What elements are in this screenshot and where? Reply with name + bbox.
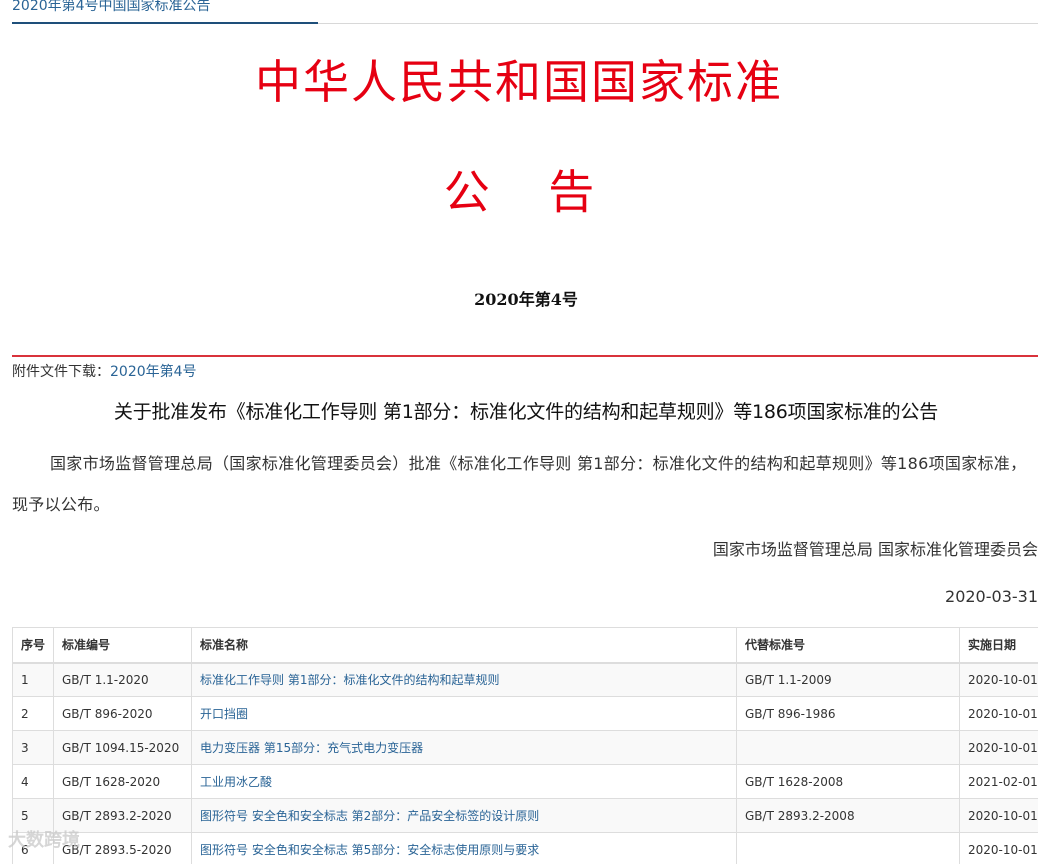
cell-name-link[interactable]: 标准化工作导则 第1部分：标准化文件的结构和起草规则 [191, 662, 737, 697]
cell-name-link[interactable]: 图形符号 安全色和安全标志 第2部分：产品安全标签的设计原则 [191, 798, 737, 833]
cell-date: 2020-10-01 [959, 696, 1038, 731]
cell-replaces: GB/T 1628-2008 [736, 764, 960, 799]
cell-no: 1 [12, 662, 54, 697]
table-row: 2 GB/T 896-2020 开口挡圈 GB/T 896-1986 2020-… [12, 696, 1038, 731]
notice-heading: 公 告 [443, 165, 595, 219]
page-tab-title[interactable]: 2020年第4号中国国家标准公告 [12, 0, 211, 15]
col-header-code: 标准编号 [53, 627, 192, 664]
col-header-name: 标准名称 [191, 627, 737, 664]
document-title: 关于批准发布《标准化工作导则 第1部分：标准化文件的结构和起草规则》等186项国… [113, 401, 939, 423]
cell-replaces: GB/T 896-1986 [736, 696, 960, 731]
cell-code: GB/T 896-2020 [53, 696, 192, 731]
red-divider [12, 355, 1038, 357]
table-header-row: 序号 标准编号 标准名称 代替标准号 实施日期 [12, 627, 1038, 664]
table-row: 5 GB/T 2893.2-2020 图形符号 安全色和安全标志 第2部分：产品… [12, 798, 1038, 833]
cell-name-link[interactable]: 电力变压器 第15部分：充气式电力变压器 [191, 730, 737, 765]
cell-replaces [736, 730, 960, 765]
cell-name-link[interactable]: 开口挡圈 [191, 696, 737, 731]
attachment-label: 附件文件下载： [12, 364, 110, 380]
cell-replaces: GB/T 2893.2-2008 [736, 798, 960, 833]
signature: 国家市场监督管理总局 国家标准化管理委员会 [712, 540, 1038, 559]
cell-name-link[interactable]: 工业用冰乙酸 [191, 764, 737, 799]
table-row: 4 GB/T 1628-2020 工业用冰乙酸 GB/T 1628-2008 2… [12, 764, 1038, 799]
standards-table: 序号 标准编号 标准名称 代替标准号 实施日期 1 GB/T 1.1-2020 … [12, 627, 1038, 864]
cell-no: 2 [12, 696, 54, 731]
issue-number: 2020年第4号 [474, 290, 578, 309]
col-header-date: 实施日期 [959, 627, 1038, 664]
cell-replaces [736, 832, 960, 864]
cell-date: 2020-10-01 [959, 798, 1038, 833]
col-header-replaces: 代替标准号 [736, 627, 960, 664]
tab-underline [12, 22, 318, 24]
cell-date: 2020-10-01 [959, 730, 1038, 765]
watermark-logo: 大数跨境 [8, 830, 80, 851]
masthead-title: 中华人民共和国国家标准 [255, 55, 783, 109]
table-row: 3 GB/T 1094.15-2020 电力变压器 第15部分：充气式电力变压器… [12, 730, 1038, 765]
attachment-row: 附件文件下载：2020年第4号 [12, 361, 197, 381]
cell-date: 2020-10-01 [959, 662, 1038, 697]
cell-replaces: GB/T 1.1-2009 [736, 662, 960, 697]
cell-code: GB/T 1.1-2020 [53, 662, 192, 697]
cell-code: GB/T 1628-2020 [53, 764, 192, 799]
table-row: 6 GB/T 2893.5-2020 图形符号 安全色和安全标志 第5部分：安全… [12, 832, 1038, 864]
cell-no: 4 [12, 764, 54, 799]
cell-date: 2020-10-01 [959, 832, 1038, 864]
cell-no: 3 [12, 730, 54, 765]
cell-name-link[interactable]: 图形符号 安全色和安全标志 第5部分：安全标志使用原则与要求 [191, 832, 737, 864]
cell-date: 2021-02-01 [959, 764, 1038, 799]
attachment-link[interactable]: 2020年第4号 [110, 364, 197, 380]
document-body: 国家市场监督管理总局（国家标准化管理委员会）批准《标准化工作导则 第1部分：标准… [12, 454, 1027, 514]
table-row: 1 GB/T 1.1-2020 标准化工作导则 第1部分：标准化文件的结构和起草… [12, 662, 1038, 697]
header-divider [318, 23, 1038, 24]
cell-code: GB/T 1094.15-2020 [53, 730, 192, 765]
col-header-no: 序号 [12, 627, 54, 664]
publish-date: 2020-03-31 [945, 587, 1038, 606]
